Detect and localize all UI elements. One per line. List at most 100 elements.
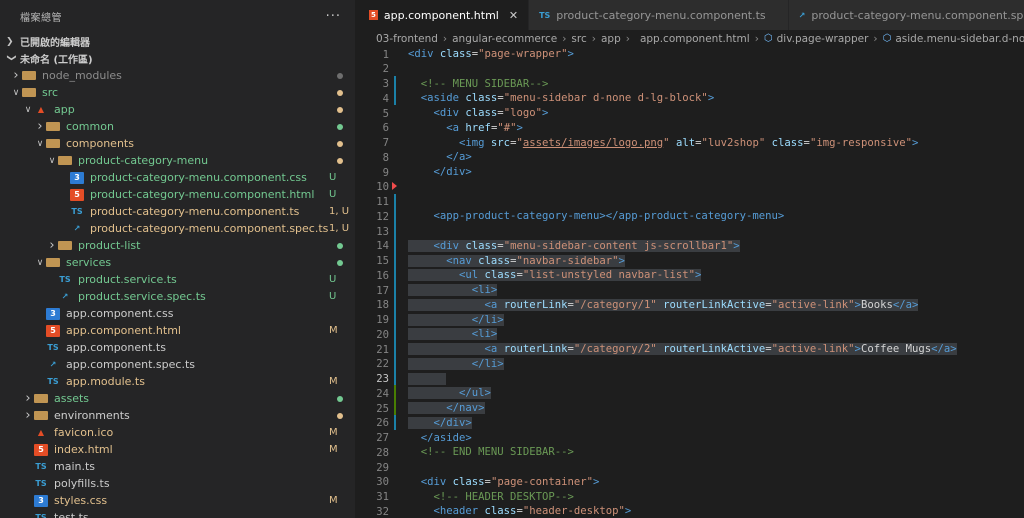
tree-item[interactable]: ↗ product.service.spec.ts U bbox=[0, 288, 355, 305]
code-token: "/category/2" bbox=[573, 343, 657, 355]
code-token: </div> bbox=[433, 166, 472, 178]
code-line[interactable]: 8 </a> bbox=[359, 150, 1024, 165]
code-line[interactable]: 5 <div class="logo"> bbox=[359, 106, 1024, 121]
code-line[interactable]: 30 <div class="page-container"> bbox=[359, 475, 1024, 490]
code-line[interactable]: 16 <ul class="list-unstyled navbar-list"… bbox=[359, 267, 1024, 283]
code-line[interactable]: 13 bbox=[359, 223, 1024, 239]
code-token: > bbox=[854, 343, 861, 355]
editor-tab[interactable]: TS product-category-menu.component.ts bbox=[529, 0, 789, 30]
tree-item[interactable]: › node_modules bbox=[0, 67, 355, 84]
indent bbox=[408, 239, 434, 252]
tree-item[interactable]: 5 index.html M bbox=[0, 441, 355, 458]
breadcrumb-item[interactable]: div.page-wrapper bbox=[777, 33, 869, 45]
code-line[interactable]: 2 bbox=[359, 62, 1024, 77]
tree-item[interactable]: TS app.module.ts M bbox=[0, 373, 355, 390]
open-editors-section[interactable]: ❯ 已開啟的編輯器 bbox=[0, 33, 355, 50]
tree-item[interactable]: 5 app.component.html M bbox=[0, 322, 355, 339]
css3-icon: 3 bbox=[34, 494, 48, 507]
breadcrumb-item[interactable]: angular-ecommerce bbox=[452, 33, 557, 45]
workspace-section[interactable]: ❯ 未命名 (工作區) bbox=[0, 50, 355, 67]
git-status-dot bbox=[337, 242, 343, 249]
breadcrumb-item[interactable]: src bbox=[571, 33, 586, 45]
ellipsis-icon[interactable]: ··· bbox=[326, 9, 341, 24]
tree-item[interactable]: ∨ product-category-menu bbox=[0, 152, 355, 169]
code-line[interactable]: 10 bbox=[359, 180, 1024, 195]
code-line[interactable]: 26 </div> bbox=[359, 414, 1024, 431]
tree-item[interactable]: ∨ ▲ app bbox=[0, 101, 355, 118]
code-line[interactable]: 21 <a routerLink="/category/2" routerLin… bbox=[359, 341, 1024, 357]
code-line[interactable]: 17 <li> bbox=[359, 282, 1024, 298]
code-line[interactable]: 12 <app-product-category-menu></app-prod… bbox=[359, 208, 1024, 224]
code-token: <aside bbox=[420, 92, 466, 105]
code-line[interactable]: 19 </li> bbox=[359, 311, 1024, 328]
line-number: 29 bbox=[376, 461, 389, 474]
code-text: <a routerLink="/category/1" routerLinkAc… bbox=[404, 298, 919, 313]
line-number: 7 bbox=[382, 137, 389, 149]
code-line[interactable]: 20 <li> bbox=[359, 326, 1024, 342]
code-line[interactable]: 7 <img src="assets/images/logo.png" alt=… bbox=[359, 136, 1024, 151]
tree-item[interactable]: TS main.ts bbox=[0, 458, 355, 475]
tree-item[interactable]: › product-list bbox=[0, 237, 355, 254]
code-line[interactable]: 3 <!-- MENU SIDEBAR--> bbox=[359, 75, 1024, 92]
code-line[interactable]: 31 <!-- HEADER DESKTOP--> bbox=[359, 490, 1024, 505]
tree-item[interactable]: TS product-category-menu.component.ts 1, U bbox=[0, 203, 355, 220]
folder-icon bbox=[58, 156, 72, 165]
tree-item[interactable]: ∨ src bbox=[0, 84, 355, 101]
tree-item[interactable]: TS polyfills.ts bbox=[0, 475, 355, 492]
breadcrumb-item[interactable]: app.component.html bbox=[640, 33, 750, 45]
tree-item-label: src bbox=[42, 86, 59, 99]
tree-item[interactable]: ↗ app.component.spec.ts bbox=[0, 356, 355, 373]
tree-item[interactable]: ▲ favicon.ico M bbox=[0, 424, 355, 441]
close-icon[interactable]: ✕ bbox=[509, 9, 518, 22]
code-line[interactable]: 23 bbox=[359, 370, 1024, 387]
tree-item[interactable]: 3 product-category-menu.component.css U bbox=[0, 169, 355, 186]
tree-item-label: polyfills.ts bbox=[54, 477, 110, 490]
code-token: "navbar-sidebar" bbox=[516, 254, 619, 267]
code-token: > bbox=[618, 254, 625, 267]
tree-item[interactable]: ↗ product-category-menu.component.spec.ts… bbox=[0, 220, 355, 237]
explorer-title: 檔案總管 bbox=[20, 13, 62, 24]
tree-item[interactable]: ∨ services bbox=[0, 254, 355, 271]
tree-item[interactable]: 3 styles.css M bbox=[0, 492, 355, 509]
code-line[interactable]: 29 bbox=[359, 460, 1024, 475]
gutter bbox=[389, 503, 404, 518]
editor-tab[interactable]: ↗ product-category-menu.component.spec.ts bbox=[788, 0, 1024, 30]
tree-item[interactable]: TS app.component.ts bbox=[0, 339, 355, 356]
code-line[interactable]: 32 <header class="header-desktop"> bbox=[359, 504, 1024, 518]
code-line[interactable]: 1 <div class="page-wrapper"> bbox=[359, 47, 1024, 62]
tree-item[interactable]: › assets bbox=[0, 390, 355, 407]
code-line[interactable]: 27 </aside> bbox=[359, 431, 1024, 446]
code-line[interactable]: 14 <div class="menu-sidebar-content js-s… bbox=[359, 237, 1024, 254]
breadcrumb-item[interactable]: app bbox=[601, 33, 621, 45]
git-status-dot bbox=[337, 106, 343, 113]
tree-item[interactable]: 3 app.component.css bbox=[0, 305, 355, 322]
tree-item[interactable]: › common bbox=[0, 118, 355, 135]
code-token: > bbox=[516, 121, 523, 134]
code-line[interactable]: 6 <a href="#"> bbox=[359, 121, 1024, 136]
code-line[interactable]: 15 <nav class="navbar-sidebar"> bbox=[359, 252, 1024, 269]
indent bbox=[408, 402, 447, 414]
code-token: class bbox=[452, 475, 485, 488]
code-line[interactable]: 25 </nav> bbox=[359, 400, 1024, 416]
code-line[interactable]: 9 </div> bbox=[359, 165, 1024, 180]
tree-item[interactable]: TS test.ts bbox=[0, 509, 355, 518]
tree-item[interactable]: › environments bbox=[0, 407, 355, 424]
css3-icon: 3 bbox=[46, 307, 60, 320]
line-number: 17 bbox=[376, 284, 389, 297]
code-line[interactable]: 28 <!-- END MENU SIDEBAR--> bbox=[359, 445, 1024, 460]
breadcrumb-item[interactable]: 03-frontend bbox=[376, 33, 438, 45]
code-line[interactable]: 11 bbox=[359, 193, 1024, 210]
tree-item[interactable]: TS product.service.ts U bbox=[0, 271, 355, 288]
code-line[interactable]: 22 </li> bbox=[359, 355, 1024, 372]
code-line[interactable]: 4 <aside class="menu-sidebar d-none d-lg… bbox=[359, 90, 1024, 106]
tree-item[interactable]: 5 product-category-menu.component.html U bbox=[0, 186, 355, 203]
code-line[interactable]: 24 </ul> bbox=[359, 385, 1024, 401]
tree-item-label: common bbox=[66, 120, 114, 133]
tree-item[interactable]: ∨ components bbox=[0, 135, 355, 152]
code-editor[interactable]: 1 <div class="page-wrapper"> 2 3 <!-- MENU … bbox=[359, 46, 1024, 518]
tree-item-label: product.service.ts bbox=[78, 273, 177, 286]
code-line[interactable]: 18 <a routerLink="/category/1" routerLin… bbox=[359, 296, 1024, 313]
editor-tab[interactable]: 5 app.component.html ✕ bbox=[359, 0, 530, 30]
breadcrumb-item[interactable]: aside.menu-sidebar.d-none.d-lg-block bbox=[895, 33, 1024, 45]
